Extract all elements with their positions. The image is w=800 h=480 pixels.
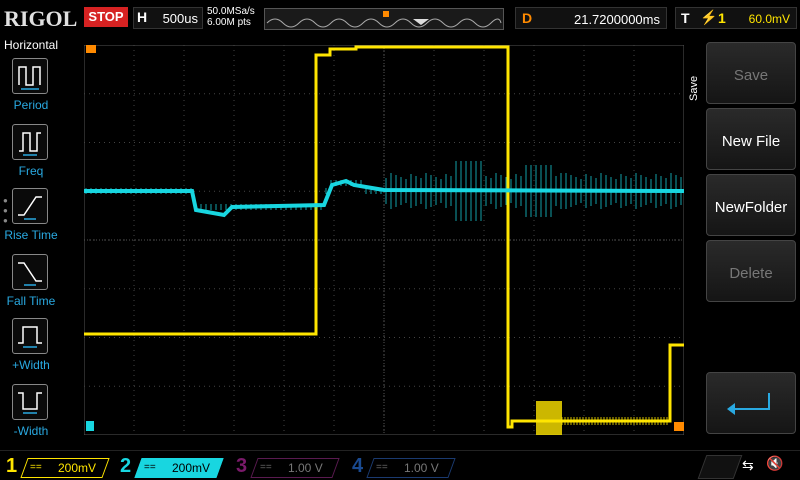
timebase-value: 500us: [162, 11, 198, 26]
channel-1-burst: [536, 401, 562, 435]
measure-pos-width[interactable]: +Width: [0, 318, 62, 380]
acquisition-info: 50.0MSa/s 6.00M pts: [207, 6, 255, 28]
channel-2-status[interactable]: 2 == 200mV: [120, 455, 224, 479]
channel-4-status[interactable]: 4 == 1.00 V: [352, 455, 456, 479]
new-file-button[interactable]: New File: [706, 108, 796, 170]
channel-number: 2: [120, 455, 132, 477]
trigger-channel: 1: [718, 10, 726, 26]
pos-width-icon: [12, 318, 48, 354]
new-folder-button-label: NewFolder: [714, 199, 788, 216]
measure-label: Rise Time: [4, 228, 58, 242]
new-file-button-label: New File: [721, 133, 781, 150]
measure-rise-time[interactable]: Rise Time: [0, 188, 62, 250]
coupling-icon: ==: [144, 462, 156, 473]
sound-muted-icon[interactable]: 🔇: [766, 455, 783, 472]
measure-label: Period: [13, 98, 49, 112]
delay-value: 21.7200000ms: [573, 12, 660, 27]
sample-rate: 50.0MSa/s: [207, 6, 255, 17]
save-button[interactable]: Save: [706, 42, 796, 104]
measure-fall-time[interactable]: Fall Time: [0, 254, 62, 316]
channel-status-bar: 1 == 200mV 2 == 200mV 3 == 1.00 V 4 == 1…: [0, 450, 800, 480]
measurement-panel: Horizontal ● ● ● Period Freq Rise Time Fal…: [0, 38, 62, 450]
coupling-icon: ==: [30, 462, 42, 473]
channel-2-ground-marker: [86, 421, 94, 431]
trigger-level: 60.0mV: [748, 12, 790, 26]
save-softkey-panel: Save Save New File NewFolder Delete: [686, 38, 800, 450]
freq-icon: [12, 124, 48, 160]
channel-scale: 200mV: [58, 461, 97, 475]
neg-width-icon: [12, 384, 48, 420]
delay-label: D: [522, 10, 533, 26]
channel-number: 4: [352, 455, 364, 477]
measure-neg-width[interactable]: -Width: [0, 384, 62, 446]
channel-scale: 1.00 V: [288, 461, 323, 475]
horizontal-label: H: [137, 9, 148, 25]
channel-number: 3: [236, 455, 248, 477]
falling-edge-icon: ⚡: [700, 9, 718, 25]
trigger-level-marker: [674, 422, 684, 431]
delete-button[interactable]: Delete: [706, 240, 796, 302]
memory-depth: 6.00M pts: [207, 17, 251, 28]
trigger-display[interactable]: T ⚡ 1 60.0mV: [675, 7, 797, 29]
rigol-logo: RIGOL: [4, 6, 78, 31]
measure-label: Freq: [18, 164, 44, 178]
trigger-time-marker: [86, 45, 96, 53]
usb-icon: ⇆: [742, 457, 754, 473]
channel-1-status[interactable]: 1 == 200mV: [6, 455, 110, 479]
panel-title: Horizontal: [3, 38, 59, 52]
waveform-grid: [84, 45, 684, 435]
horizontal-timebase[interactable]: H 500us: [133, 7, 203, 29]
trigger-label: T: [681, 10, 690, 26]
memory-overview-strip[interactable]: [264, 8, 504, 30]
measure-label: -Width: [13, 424, 49, 438]
menu-tab-label: Save: [688, 75, 700, 101]
channel-number: 1: [6, 455, 18, 477]
rise-time-icon: [12, 188, 48, 224]
channel-scale: 1.00 V: [404, 461, 439, 475]
save-button-label: Save: [733, 67, 769, 84]
notification-area[interactable]: [697, 455, 743, 479]
top-status-bar: RIGOL STOP H 500us 50.0MSa/s 6.00M pts D…: [0, 0, 800, 38]
channel-3-status[interactable]: 3 == 1.00 V: [236, 455, 340, 479]
period-icon: [12, 58, 48, 94]
measure-label: +Width: [12, 358, 50, 372]
view-window-marker: [413, 19, 429, 25]
fall-time-icon: [12, 254, 48, 290]
delay-display[interactable]: D 21.7200000ms: [515, 7, 667, 29]
channel-scale: 200mV: [172, 461, 211, 475]
measure-period[interactable]: Period: [0, 58, 62, 120]
coupling-icon: ==: [376, 462, 388, 473]
return-arrow-icon: [727, 393, 770, 415]
new-folder-button[interactable]: NewFolder: [706, 174, 796, 236]
delete-button-label: Delete: [729, 265, 773, 282]
run-stop-indicator[interactable]: STOP: [84, 7, 128, 27]
coupling-icon: ==: [260, 462, 272, 473]
waveform-display[interactable]: [84, 45, 684, 435]
trigger-position-marker: [383, 11, 389, 17]
measure-label: Fall Time: [6, 294, 56, 308]
return-button[interactable]: [706, 372, 796, 434]
measure-freq[interactable]: Freq: [0, 124, 62, 186]
